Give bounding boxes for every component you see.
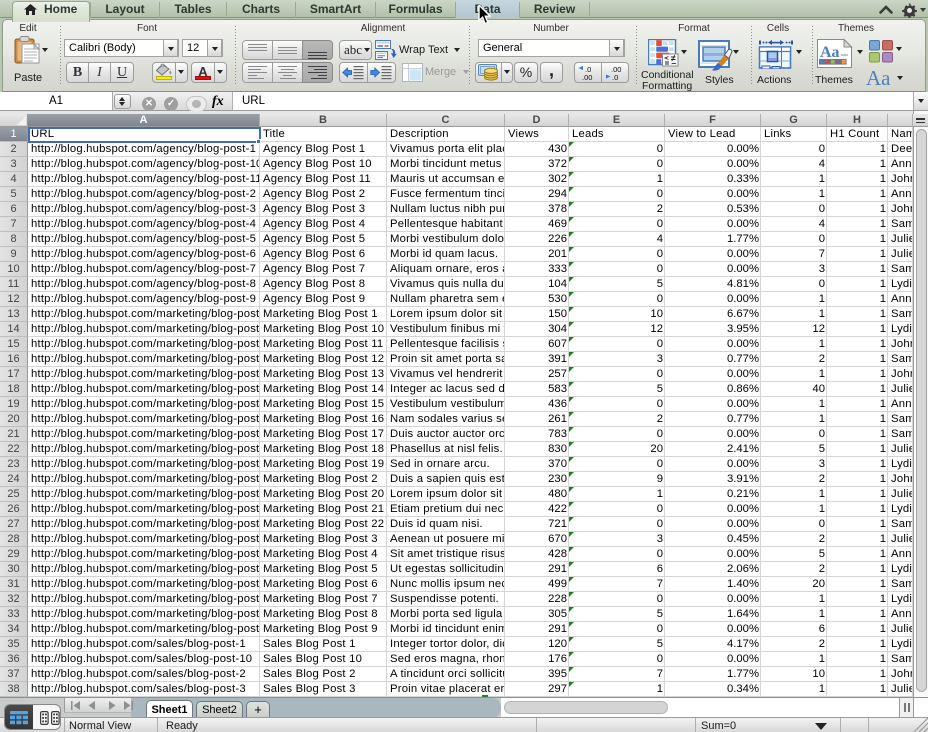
svg-text:.00: .00 (582, 73, 592, 81)
svg-text:Aa: Aa (820, 44, 840, 61)
svg-text:.0: .0 (612, 73, 618, 81)
